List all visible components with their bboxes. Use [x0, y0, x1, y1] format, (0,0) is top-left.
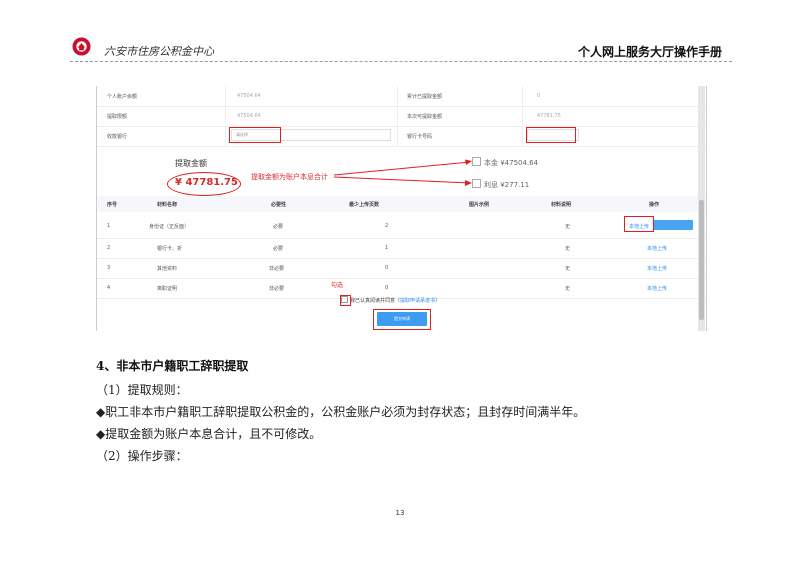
- form-row: 收款银行 银行卡号码: [97, 126, 706, 147]
- annotation-oval-amount: [167, 172, 241, 196]
- table-row: 2 银行卡、折 必要 1 无 本地上传: [97, 238, 706, 259]
- annotation-arrows: [333, 159, 472, 186]
- image-placeholder-icon: [472, 179, 481, 188]
- annotation-box-bank: [229, 127, 281, 143]
- upload-link[interactable]: 本地上传: [647, 245, 667, 252]
- body-line: ◆职工非本市户籍职工辞职提取公积金的，公积金账户必须为封存状态；且封存时间满半年…: [96, 405, 586, 419]
- image-placeholder-icon: [472, 157, 481, 166]
- annotation-amount-note: 提取金额为账户本息合计: [251, 173, 328, 181]
- form-value: 0: [537, 93, 541, 99]
- agreement-line: 我已认真阅读并同意《提取申请承诺书》: [341, 296, 440, 304]
- principal-amount: 本金 ¥47504.64: [472, 157, 538, 168]
- form-label: 累计已提取金额: [407, 94, 443, 100]
- manual-title: 个人网上服务大厅操作手册: [577, 45, 722, 59]
- form-value: 47504.64: [237, 113, 261, 119]
- upload-button[interactable]: [653, 220, 693, 230]
- upload-link[interactable]: 本地上传: [647, 265, 667, 272]
- withdrawal-form-screenshot: 个人账户余额 47504.64 累计已提取金额 0 提取限额 47504.64 …: [96, 86, 707, 331]
- annotation-box-card: [526, 127, 576, 143]
- form-label: 本次可提取金额: [407, 114, 443, 120]
- page-number: 13: [395, 509, 405, 517]
- annotation-box-submit: [373, 309, 431, 330]
- materials-table-header: 序号 材料名称 必要性 最少上传页数 图片示例 材料说明 操作: [97, 196, 706, 212]
- form-label: 个人账户余额: [107, 94, 138, 100]
- commitment-link[interactable]: 《提取申请承诺书》: [395, 298, 440, 304]
- header-divider: [70, 61, 732, 62]
- table-row: 3 其他资料 非必要 0 无 本地上传: [97, 258, 706, 279]
- upload-link[interactable]: 本地上传: [647, 285, 667, 292]
- organization-name: 六安市住房公积金中心: [104, 45, 214, 58]
- section-heading: 4、非本市户籍职工辞职提取: [96, 359, 249, 373]
- housing-fund-logo-icon: [72, 37, 91, 56]
- form-value: 47504.64: [237, 93, 261, 99]
- form-row: 提取限额 47504.64 本次可提取金额 47781.75: [97, 106, 706, 127]
- scrollbar-thumb[interactable]: [699, 200, 704, 320]
- form-label: 银行卡号码: [407, 134, 433, 140]
- interest-amount: 利息 ¥277.11: [472, 179, 529, 190]
- form-value: 47781.75: [537, 113, 561, 119]
- body-line: ◆提取金额为账户本息合计，且不可修改。: [96, 427, 322, 441]
- annotation-tick-note: 勾选: [331, 282, 344, 289]
- form-label: 收款银行: [107, 134, 128, 140]
- annotation-box-checkbox: [340, 295, 351, 306]
- withdrawal-amount-title: 提取金额: [175, 159, 207, 168]
- body-line: （1）提取规则：: [96, 383, 188, 397]
- body-line: （2）操作步骤：: [96, 449, 188, 463]
- form-row: 个人账户余额 47504.64 累计已提取金额 0: [97, 86, 706, 107]
- form-label: 提取限额: [107, 114, 128, 120]
- annotation-box-upload: [624, 216, 654, 232]
- table-row: 1 身份证（正反面） 必要 2 无 本地上传: [97, 214, 706, 239]
